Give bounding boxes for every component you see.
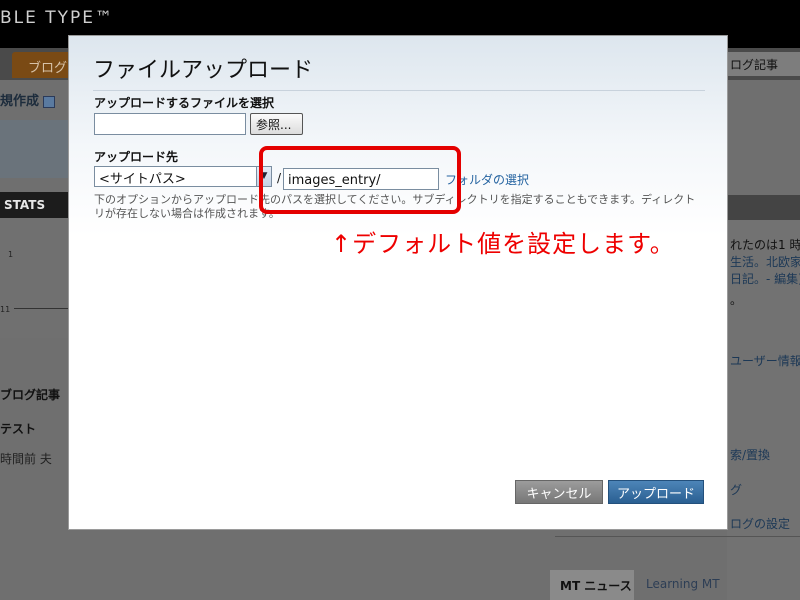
right-panel-link[interactable]: ログの設定 — [730, 515, 790, 532]
blog-entries-heading: ブログ記事 — [0, 388, 61, 402]
stats-tick: 1 — [8, 250, 14, 259]
entry-title[interactable]: テスト — [0, 420, 36, 437]
right-panel-text: れたのは1 時 — [730, 238, 800, 252]
right-panel-link[interactable]: 日記。- 編集) — [730, 270, 800, 287]
upload-button[interactable]: アップロード — [608, 480, 704, 504]
site-path-select[interactable]: <サイトパス> ▼ — [94, 166, 272, 187]
stats-tab[interactable]: STATS — [0, 192, 68, 218]
annotation-highlight-box — [259, 146, 461, 214]
site-path-selected: <サイトパス> — [99, 172, 186, 187]
tab-mt-news[interactable]: MT ニュース — [550, 570, 634, 600]
stats-tick: 11 — [0, 305, 11, 314]
chevron-down-icon[interactable] — [43, 95, 56, 108]
select-file-label: アップロードするファイルを選択 — [94, 96, 275, 110]
divider — [93, 90, 705, 91]
left-band — [0, 120, 68, 178]
tab-blog[interactable]: ブログ — [12, 52, 72, 78]
app-logo: BLE TYPE™ — [0, 8, 115, 28]
file-upload-dialog: ファイルアップロード アップロードするファイルを選択 参照... アップロード先… — [68, 35, 728, 530]
right-panel-link[interactable]: グ — [730, 481, 742, 498]
right-panel-link[interactable]: 生活。北欧家 — [730, 253, 800, 270]
destination-label: アップロード先 — [94, 150, 179, 164]
stats-axis — [14, 308, 68, 309]
tab-learning-mt[interactable]: Learning MT — [646, 577, 720, 591]
stats-chart — [0, 218, 68, 338]
file-path-input[interactable] — [94, 113, 246, 135]
browse-button[interactable]: 参照... — [250, 113, 303, 135]
right-panel-header — [727, 195, 800, 220]
annotation-text: ↑デフォルト値を設定します。 — [331, 230, 675, 258]
right-panel-link[interactable]: 索/置換 — [730, 446, 770, 463]
create-menu-label: 規作成 — [0, 94, 40, 109]
right-panel-link[interactable]: ユーザー情報 — [730, 352, 800, 369]
right-panel-text: 。 — [730, 293, 743, 307]
cancel-button[interactable]: キャンセル — [515, 480, 603, 504]
tab-blog-entries[interactable]: ログ記事 — [730, 56, 778, 73]
dialog-title: ファイルアップロード — [93, 58, 314, 83]
entry-time: 時間前 夫 — [0, 452, 52, 466]
create-menu[interactable]: 規作成 — [0, 90, 56, 109]
divider — [555, 536, 800, 537]
